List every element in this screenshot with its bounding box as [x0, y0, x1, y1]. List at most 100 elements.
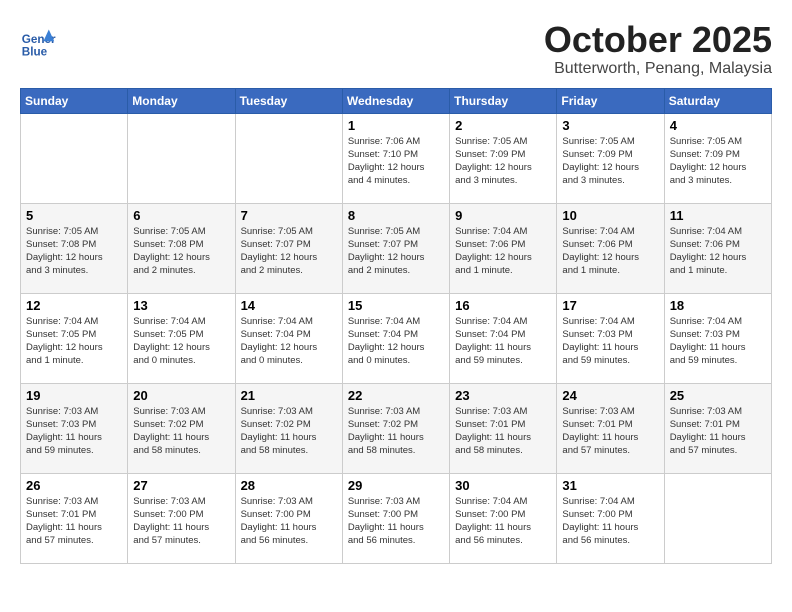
day-info: Sunrise: 7:03 AM Sunset: 7:02 PM Dayligh…: [348, 405, 444, 458]
day-number: 13: [133, 298, 229, 313]
header-cell-tuesday: Tuesday: [235, 88, 342, 113]
calendar-cell: 31 Sunrise: 7:04 AM Sunset: 7:00 PM Dayli…: [557, 473, 664, 563]
day-number: 4: [670, 118, 766, 133]
header-cell-saturday: Saturday: [664, 88, 771, 113]
calendar-cell: 19 Sunrise: 7:03 AM Sunset: 7:03 PM Dayli…: [21, 383, 128, 473]
logo-icon: General Blue: [20, 25, 56, 61]
day-info: Sunrise: 7:04 AM Sunset: 7:06 PM Dayligh…: [455, 225, 551, 278]
day-info: Sunrise: 7:04 AM Sunset: 7:04 PM Dayligh…: [348, 315, 444, 368]
day-info: Sunrise: 7:04 AM Sunset: 7:03 PM Dayligh…: [562, 315, 658, 368]
calendar-cell: 8Sunrise: 7:05 AM Sunset: 7:07 PM Daylig…: [342, 203, 449, 293]
header-cell-monday: Monday: [128, 88, 235, 113]
calendar-cell: 13 Sunrise: 7:04 AM Sunset: 7:05 PM Dayli…: [128, 293, 235, 383]
calendar-cell: 17 Sunrise: 7:04 AM Sunset: 7:03 PM Dayli…: [557, 293, 664, 383]
day-info: Sunrise: 7:05 AM Sunset: 7:07 PM Dayligh…: [241, 225, 337, 278]
calendar-cell: [128, 113, 235, 203]
day-info: Sunrise: 7:03 AM Sunset: 7:03 PM Dayligh…: [26, 405, 122, 458]
svg-text:Blue: Blue: [22, 46, 48, 59]
calendar-cell: 9 Sunrise: 7:04 AM Sunset: 7:06 PM Daylig…: [450, 203, 557, 293]
calendar-cell: 23 Sunrise: 7:03 AM Sunset: 7:01 PM Dayli…: [450, 383, 557, 473]
day-number: 28: [241, 478, 337, 493]
day-info: Sunrise: 7:05 AM Sunset: 7:09 PM Dayligh…: [455, 135, 551, 188]
calendar-cell: 20Sunrise: 7:03 AM Sunset: 7:02 PM Dayli…: [128, 383, 235, 473]
day-info: Sunrise: 7:05 AM Sunset: 7:09 PM Dayligh…: [670, 135, 766, 188]
day-number: 2: [455, 118, 551, 133]
day-info: Sunrise: 7:03 AM Sunset: 7:00 PM Dayligh…: [133, 495, 229, 548]
day-number: 23: [455, 388, 551, 403]
calendar-cell: 12Sunrise: 7:04 AM Sunset: 7:05 PM Dayli…: [21, 293, 128, 383]
calendar-cell: 26 Sunrise: 7:03 AM Sunset: 7:01 PM Dayli…: [21, 473, 128, 563]
day-number: 22: [348, 388, 444, 403]
calendar-cell: [664, 473, 771, 563]
calendar-cell: [235, 113, 342, 203]
calendar-week-3: 19 Sunrise: 7:03 AM Sunset: 7:03 PM Dayli…: [21, 383, 772, 473]
day-info: Sunrise: 7:03 AM Sunset: 7:00 PM Dayligh…: [348, 495, 444, 548]
day-number: 14: [241, 298, 337, 313]
logo: General Blue: [20, 25, 60, 61]
calendar-cell: 4 Sunrise: 7:05 AM Sunset: 7:09 PM Daylig…: [664, 113, 771, 203]
calendar-header: SundayMondayTuesdayWednesdayThursdayFrid…: [21, 88, 772, 113]
day-info: Sunrise: 7:03 AM Sunset: 7:01 PM Dayligh…: [670, 405, 766, 458]
month-title: October 2025: [544, 20, 772, 60]
day-number: 10: [562, 208, 658, 223]
calendar-cell: 18 Sunrise: 7:04 AM Sunset: 7:03 PM Dayli…: [664, 293, 771, 383]
calendar-cell: 30 Sunrise: 7:04 AM Sunset: 7:00 PM Dayli…: [450, 473, 557, 563]
day-number: 31: [562, 478, 658, 493]
calendar-cell: 28 Sunrise: 7:03 AM Sunset: 7:00 PM Dayli…: [235, 473, 342, 563]
day-number: 17: [562, 298, 658, 313]
calendar-cell: 6Sunrise: 7:05 AM Sunset: 7:08 PM Daylig…: [128, 203, 235, 293]
day-info: Sunrise: 7:03 AM Sunset: 7:01 PM Dayligh…: [562, 405, 658, 458]
day-info: Sunrise: 7:04 AM Sunset: 7:03 PM Dayligh…: [670, 315, 766, 368]
day-info: Sunrise: 7:03 AM Sunset: 7:01 PM Dayligh…: [26, 495, 122, 548]
calendar-cell: 24 Sunrise: 7:03 AM Sunset: 7:01 PM Dayli…: [557, 383, 664, 473]
header-row: SundayMondayTuesdayWednesdayThursdayFrid…: [21, 88, 772, 113]
calendar-week-0: 1Sunrise: 7:06 AM Sunset: 7:10 PM Daylig…: [21, 113, 772, 203]
day-number: 19: [26, 388, 122, 403]
day-number: 27: [133, 478, 229, 493]
day-number: 21: [241, 388, 337, 403]
day-info: Sunrise: 7:05 AM Sunset: 7:08 PM Dayligh…: [133, 225, 229, 278]
day-number: 18: [670, 298, 766, 313]
page-header: General Blue October 2025 Butterworth, P…: [20, 20, 772, 78]
header-cell-wednesday: Wednesday: [342, 88, 449, 113]
calendar-cell: 22 Sunrise: 7:03 AM Sunset: 7:02 PM Dayli…: [342, 383, 449, 473]
day-info: Sunrise: 7:03 AM Sunset: 7:01 PM Dayligh…: [455, 405, 551, 458]
calendar-cell: 15Sunrise: 7:04 AM Sunset: 7:04 PM Dayli…: [342, 293, 449, 383]
day-number: 1: [348, 118, 444, 133]
title-area: October 2025 Butterworth, Penang, Malays…: [544, 20, 772, 78]
day-info: Sunrise: 7:04 AM Sunset: 7:05 PM Dayligh…: [133, 315, 229, 368]
calendar-week-2: 12Sunrise: 7:04 AM Sunset: 7:05 PM Dayli…: [21, 293, 772, 383]
header-cell-thursday: Thursday: [450, 88, 557, 113]
day-number: 29: [348, 478, 444, 493]
day-number: 9: [455, 208, 551, 223]
day-info: Sunrise: 7:04 AM Sunset: 7:00 PM Dayligh…: [562, 495, 658, 548]
day-number: 16: [455, 298, 551, 313]
calendar-week-1: 5 Sunrise: 7:05 AM Sunset: 7:08 PM Daylig…: [21, 203, 772, 293]
day-info: Sunrise: 7:04 AM Sunset: 7:04 PM Dayligh…: [241, 315, 337, 368]
calendar-cell: 25Sunrise: 7:03 AM Sunset: 7:01 PM Dayli…: [664, 383, 771, 473]
day-number: 11: [670, 208, 766, 223]
day-number: 20: [133, 388, 229, 403]
day-number: 26: [26, 478, 122, 493]
header-cell-friday: Friday: [557, 88, 664, 113]
day-info: Sunrise: 7:05 AM Sunset: 7:08 PM Dayligh…: [26, 225, 122, 278]
calendar-table: SundayMondayTuesdayWednesdayThursdayFrid…: [20, 88, 772, 564]
calendar-cell: 11Sunrise: 7:04 AM Sunset: 7:06 PM Dayli…: [664, 203, 771, 293]
calendar-cell: 21Sunrise: 7:03 AM Sunset: 7:02 PM Dayli…: [235, 383, 342, 473]
day-number: 24: [562, 388, 658, 403]
day-number: 8: [348, 208, 444, 223]
day-number: 5: [26, 208, 122, 223]
day-info: Sunrise: 7:03 AM Sunset: 7:00 PM Dayligh…: [241, 495, 337, 548]
calendar-cell: 3Sunrise: 7:05 AM Sunset: 7:09 PM Daylig…: [557, 113, 664, 203]
calendar-cell: 16 Sunrise: 7:04 AM Sunset: 7:04 PM Dayli…: [450, 293, 557, 383]
day-info: Sunrise: 7:04 AM Sunset: 7:06 PM Dayligh…: [562, 225, 658, 278]
calendar-cell: 7 Sunrise: 7:05 AM Sunset: 7:07 PM Daylig…: [235, 203, 342, 293]
day-info: Sunrise: 7:04 AM Sunset: 7:04 PM Dayligh…: [455, 315, 551, 368]
calendar-cell: 14 Sunrise: 7:04 AM Sunset: 7:04 PM Dayli…: [235, 293, 342, 383]
day-info: Sunrise: 7:04 AM Sunset: 7:00 PM Dayligh…: [455, 495, 551, 548]
calendar-cell: 10 Sunrise: 7:04 AM Sunset: 7:06 PM Dayli…: [557, 203, 664, 293]
calendar-week-4: 26 Sunrise: 7:03 AM Sunset: 7:01 PM Dayli…: [21, 473, 772, 563]
day-number: 7: [241, 208, 337, 223]
day-number: 30: [455, 478, 551, 493]
calendar-cell: 27 Sunrise: 7:03 AM Sunset: 7:00 PM Dayli…: [128, 473, 235, 563]
